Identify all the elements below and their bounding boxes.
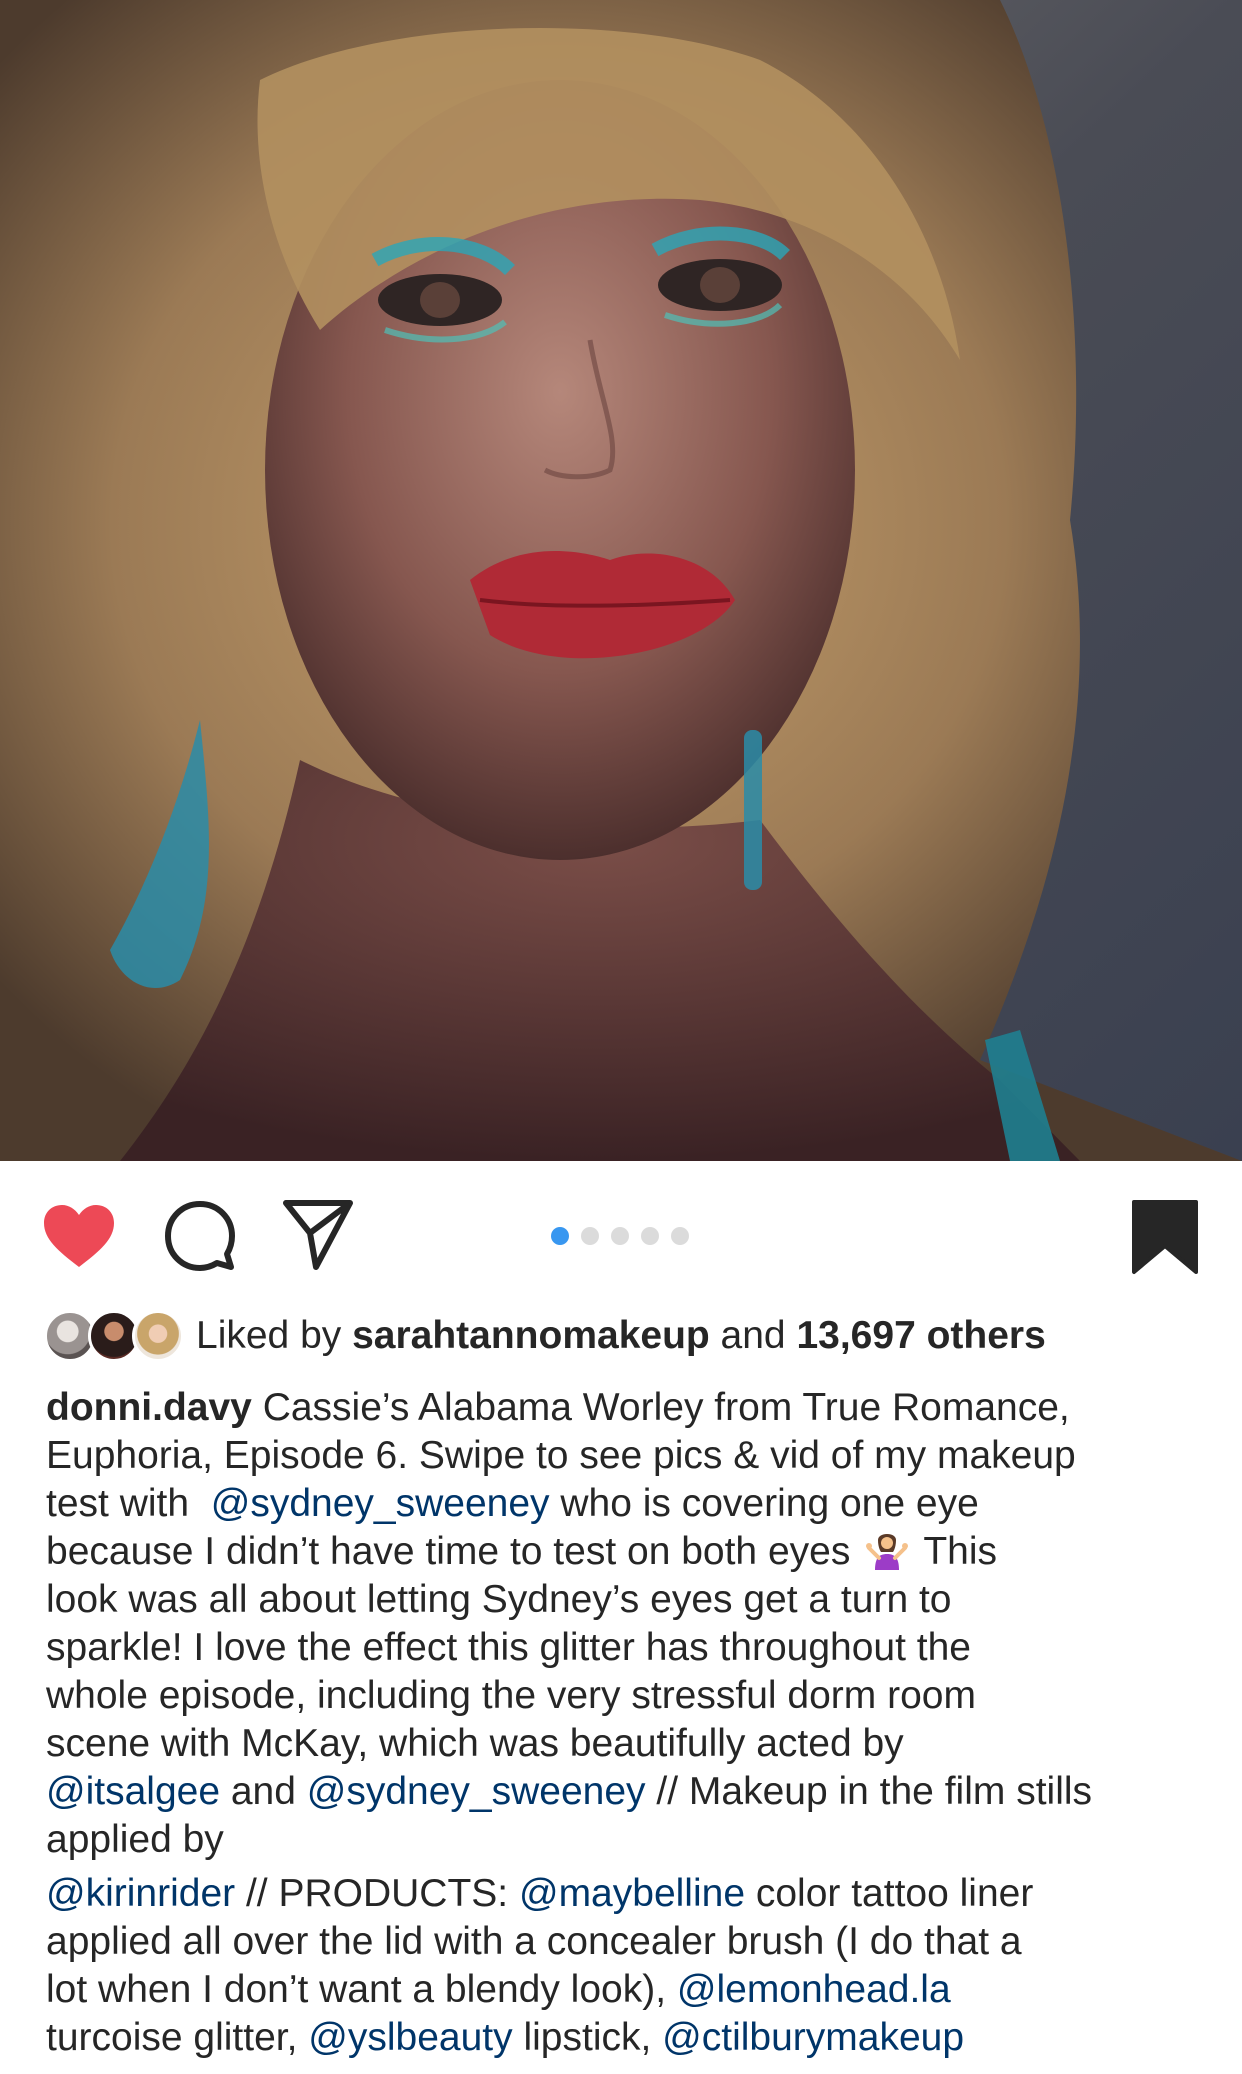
likes-prefix: Liked by — [196, 1314, 353, 1357]
caption-text: and — [220, 1770, 307, 1813]
caption-line: @itsalgee and @sydney_sweeney // Makeup … — [46, 1768, 1206, 1816]
carousel-dot — [641, 1227, 659, 1245]
portrait-image — [0, 0, 1242, 1161]
post-caption: donni.davy Cassie’s Alabama Worley from … — [46, 1384, 1206, 2062]
caption-mention-link[interactable]: @kirinrider — [46, 1872, 235, 1915]
likes-summary: Liked by sarahtannomakeup and 13,697 oth… — [196, 1314, 1046, 1358]
liker-username[interactable]: sarahtannomakeup — [352, 1314, 710, 1357]
caption-mention-link[interactable]: @ctilburymakeup — [662, 2016, 964, 2059]
caption-line: whole episode, including the very stress… — [46, 1672, 1206, 1720]
caption-text: // PRODUCTS: — [235, 1872, 519, 1915]
caption-text: Cassie’s Alabama Worley from True Romanc… — [251, 1386, 1070, 1429]
likes-middle: and — [709, 1314, 797, 1357]
caption-text: applied by — [46, 1818, 224, 1861]
caption-line: applied all over the lid with a conceale… — [46, 1918, 1206, 1966]
caption-line: Euphoria, Episode 6. Swipe to see pics &… — [46, 1432, 1206, 1480]
carousel-indicator — [551, 1227, 689, 1245]
avatar — [132, 1310, 184, 1362]
caption-text: sparkle! I love the effect this glitter … — [46, 1626, 971, 1669]
likes-count[interactable]: 13,697 others — [796, 1314, 1045, 1357]
caption-text: // Makeup in the film stills — [645, 1770, 1093, 1813]
carousel-dot — [611, 1227, 629, 1245]
caption-text: lot when I don’t want a blendy look), — [46, 1968, 677, 2011]
caption-mention-link[interactable]: @sydney_sweeney — [307, 1770, 646, 1813]
caption-line: because I didn’t have time to test on bo… — [46, 1528, 1206, 1576]
caption-username[interactable]: donni.davy — [46, 1386, 252, 1429]
carousel-dot — [551, 1227, 569, 1245]
liker-avatars — [44, 1308, 186, 1364]
caption-text: scene with McKay, which was beautifully … — [46, 1722, 904, 1765]
caption-text: look was all about letting Sydney’s eyes… — [46, 1578, 952, 1621]
caption-line: lot when I don’t want a blendy look), @l… — [46, 1966, 1206, 2014]
caption-text: whole episode, including the very stress… — [46, 1674, 976, 1717]
caption-text: who is covering one eye — [549, 1482, 979, 1525]
caption-mention-link[interactable]: @itsalgee — [46, 1770, 220, 1813]
caption-line: test with @sydney_sweeney who is coverin… — [46, 1480, 1206, 1528]
heart-icon[interactable] — [42, 1203, 116, 1269]
caption-line: applied by — [46, 1816, 1206, 1864]
caption-mention-link[interactable]: @yslbeauty — [308, 2016, 512, 2059]
caption-text: lipstick, — [512, 2016, 663, 2059]
carousel-dot — [581, 1227, 599, 1245]
share-icon[interactable] — [282, 1197, 354, 1271]
caption-text: test with — [46, 1482, 211, 1525]
caption-text: This — [913, 1530, 997, 1573]
likes-row[interactable]: Liked by sarahtannomakeup and 13,697 oth… — [44, 1308, 1204, 1364]
carousel-dot — [671, 1227, 689, 1245]
caption-text: applied all over the lid with a conceale… — [46, 1920, 1022, 1963]
post-action-bar — [0, 1161, 1242, 1309]
caption-mention-link[interactable]: @lemonhead.la — [677, 1968, 951, 2011]
caption-line: sparkle! I love the effect this glitter … — [46, 1624, 1206, 1672]
caption-line: look was all about letting Sydney’s eyes… — [46, 1576, 1206, 1624]
caption-line: scene with McKay, which was beautifully … — [46, 1720, 1206, 1768]
caption-mention-link[interactable]: @sydney_sweeney — [211, 1482, 550, 1525]
post-photo[interactable] — [0, 0, 1242, 1161]
bookmark-icon[interactable] — [1130, 1198, 1200, 1276]
caption-mention-link[interactable]: @maybelline — [519, 1872, 745, 1915]
person-shrugging-icon — [866, 1534, 909, 1570]
caption-text: because I didn’t have time to test on bo… — [46, 1530, 862, 1573]
caption-line: turcoise glitter, @yslbeauty lipstick, @… — [46, 2014, 1206, 2062]
caption-text: turcoise glitter, — [46, 2016, 309, 2059]
caption-line: donni.davy Cassie’s Alabama Worley from … — [46, 1384, 1206, 1432]
comment-icon[interactable] — [163, 1199, 237, 1273]
caption-text: Euphoria, Episode 6. Swipe to see pics &… — [46, 1434, 1076, 1477]
caption-line: @kirinrider // PRODUCTS: @maybelline col… — [46, 1870, 1206, 1918]
caption-text: color tattoo liner — [745, 1872, 1034, 1915]
